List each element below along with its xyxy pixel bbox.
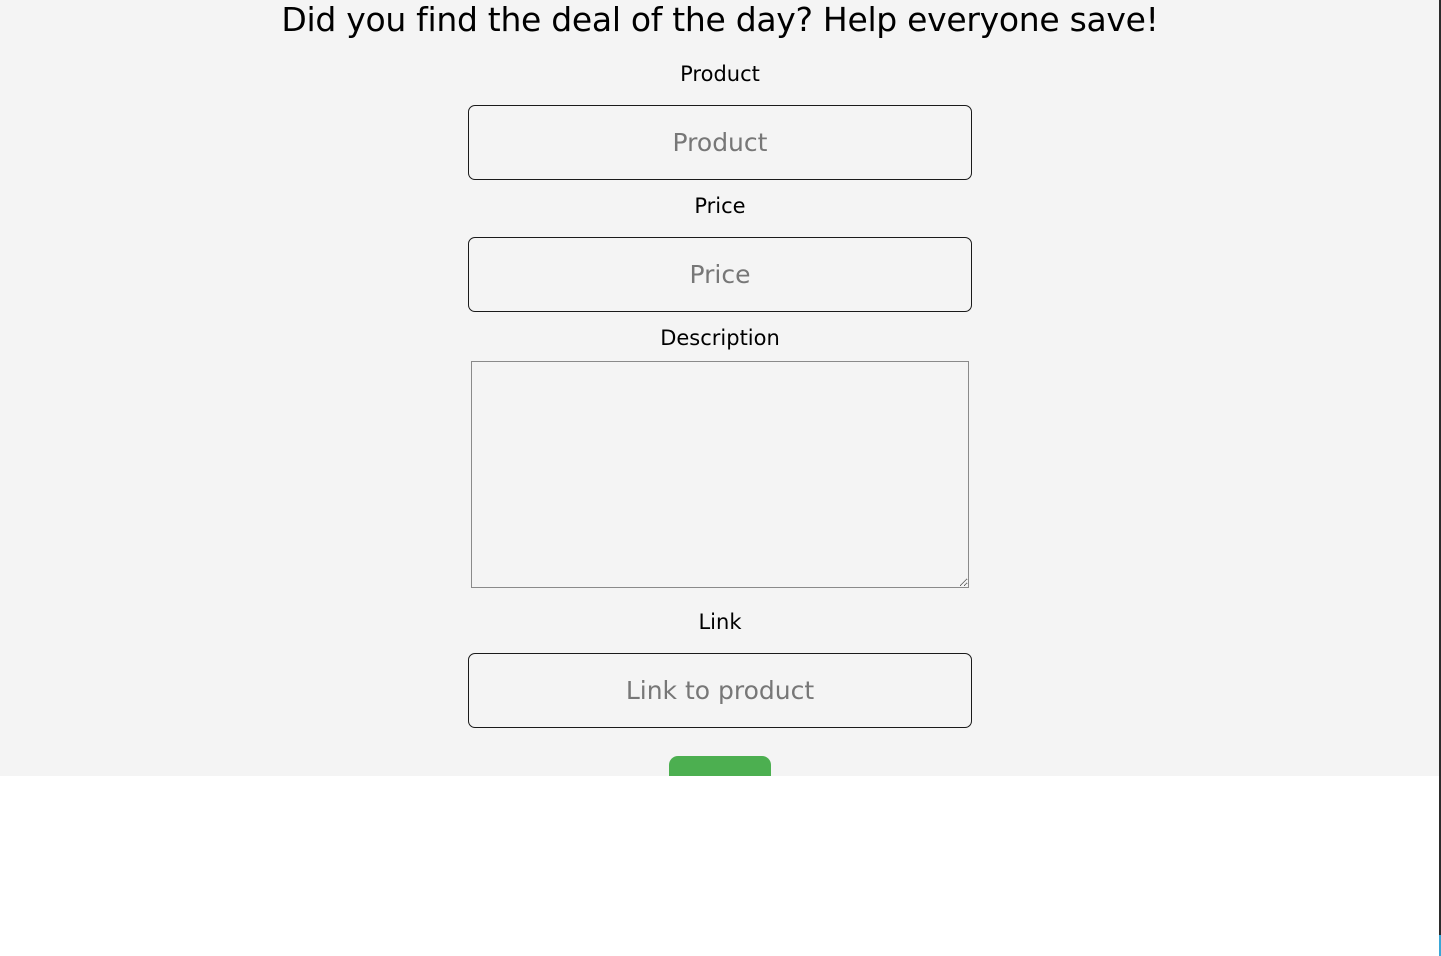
link-input[interactable] bbox=[468, 653, 972, 728]
submit-button[interactable] bbox=[669, 756, 771, 776]
description-label: Description bbox=[660, 326, 780, 350]
page-title: Did you find the deal of the day? Help e… bbox=[281, 0, 1159, 39]
product-input[interactable] bbox=[468, 105, 972, 180]
description-textarea[interactable] bbox=[471, 361, 969, 588]
link-label: Link bbox=[698, 610, 742, 634]
price-input[interactable] bbox=[468, 237, 972, 312]
price-label: Price bbox=[694, 194, 746, 218]
product-label: Product bbox=[680, 62, 760, 86]
deal-form-panel: Did you find the deal of the day? Help e… bbox=[0, 0, 1440, 776]
